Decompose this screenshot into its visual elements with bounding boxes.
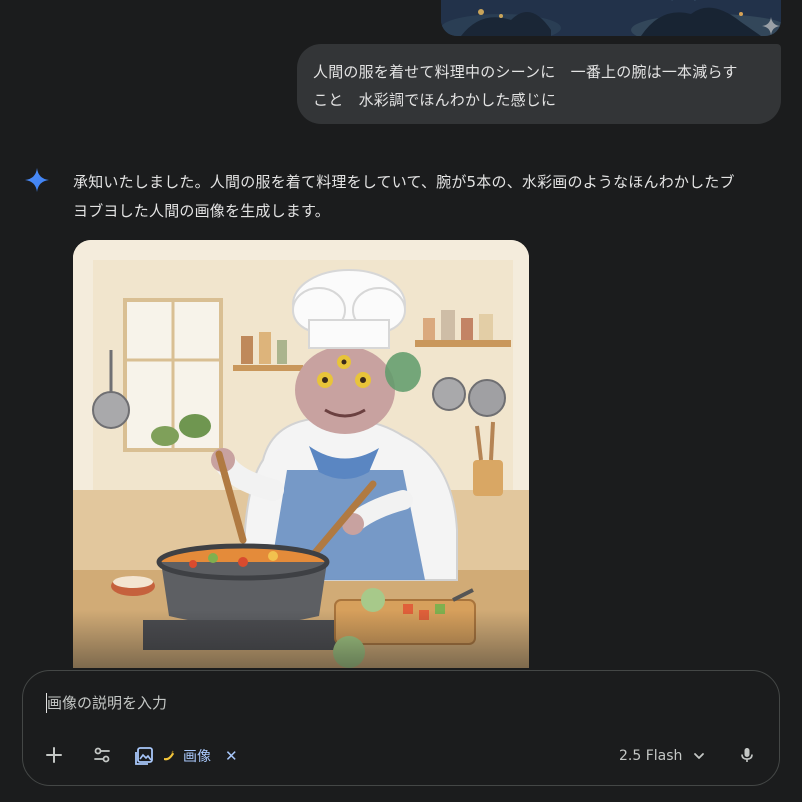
prompt-composer: 画像 ✕ 2.5 Flash — [22, 670, 780, 786]
generated-image[interactable] — [73, 240, 529, 680]
add-attachment-button[interactable] — [36, 737, 72, 773]
image-generate-icon — [135, 747, 153, 765]
chevron-down-icon — [694, 753, 705, 759]
response-line: ヨブヨした人間の画像を生成します。 — [73, 202, 330, 220]
tools-button[interactable] — [84, 737, 120, 773]
microphone-icon — [741, 748, 753, 762]
previous-generated-image[interactable] — [441, 0, 781, 36]
voice-input-button[interactable] — [729, 737, 765, 773]
remove-image-chip-button[interactable]: ✕ — [225, 747, 238, 765]
watermark-sparkle-icon — [762, 17, 780, 35]
user-message-line: こと 水彩調でほんわかした感じに — [313, 91, 557, 109]
model-selector[interactable]: 2.5 Flash — [619, 743, 706, 769]
plus-icon — [46, 747, 62, 763]
prompt-input[interactable] — [47, 691, 747, 715]
banana-icon — [164, 750, 174, 761]
image-tool-chip[interactable]: 画像 ✕ — [133, 741, 238, 771]
assistant-response-text: 承知いたしました。人間の服を着て料理をしていて、腕が5本の、水彩画のようなほんわ… — [73, 168, 773, 226]
tools-icon — [94, 747, 110, 763]
response-line: 承知いたしました。人間の服を着て料理をしていて、腕が5本の、水彩画のようなほんわ… — [73, 173, 735, 191]
user-message-line: 人間の服を着せて料理中のシーンに 一番上の腕は一本減らす — [313, 63, 738, 81]
user-message-bubble: 人間の服を着せて料理中のシーンに 一番上の腕は一本減らす こと 水彩調でほんわか… — [297, 44, 781, 124]
gemini-sparkle-icon — [25, 168, 49, 192]
chat-window: 人間の服を着せて料理中のシーンに 一番上の腕は一本減らす こと 水彩調でほんわか… — [0, 0, 802, 802]
image-chip-label: 画像 — [183, 749, 211, 765]
text-caret — [46, 693, 47, 713]
model-label: 2.5 Flash — [619, 748, 683, 764]
